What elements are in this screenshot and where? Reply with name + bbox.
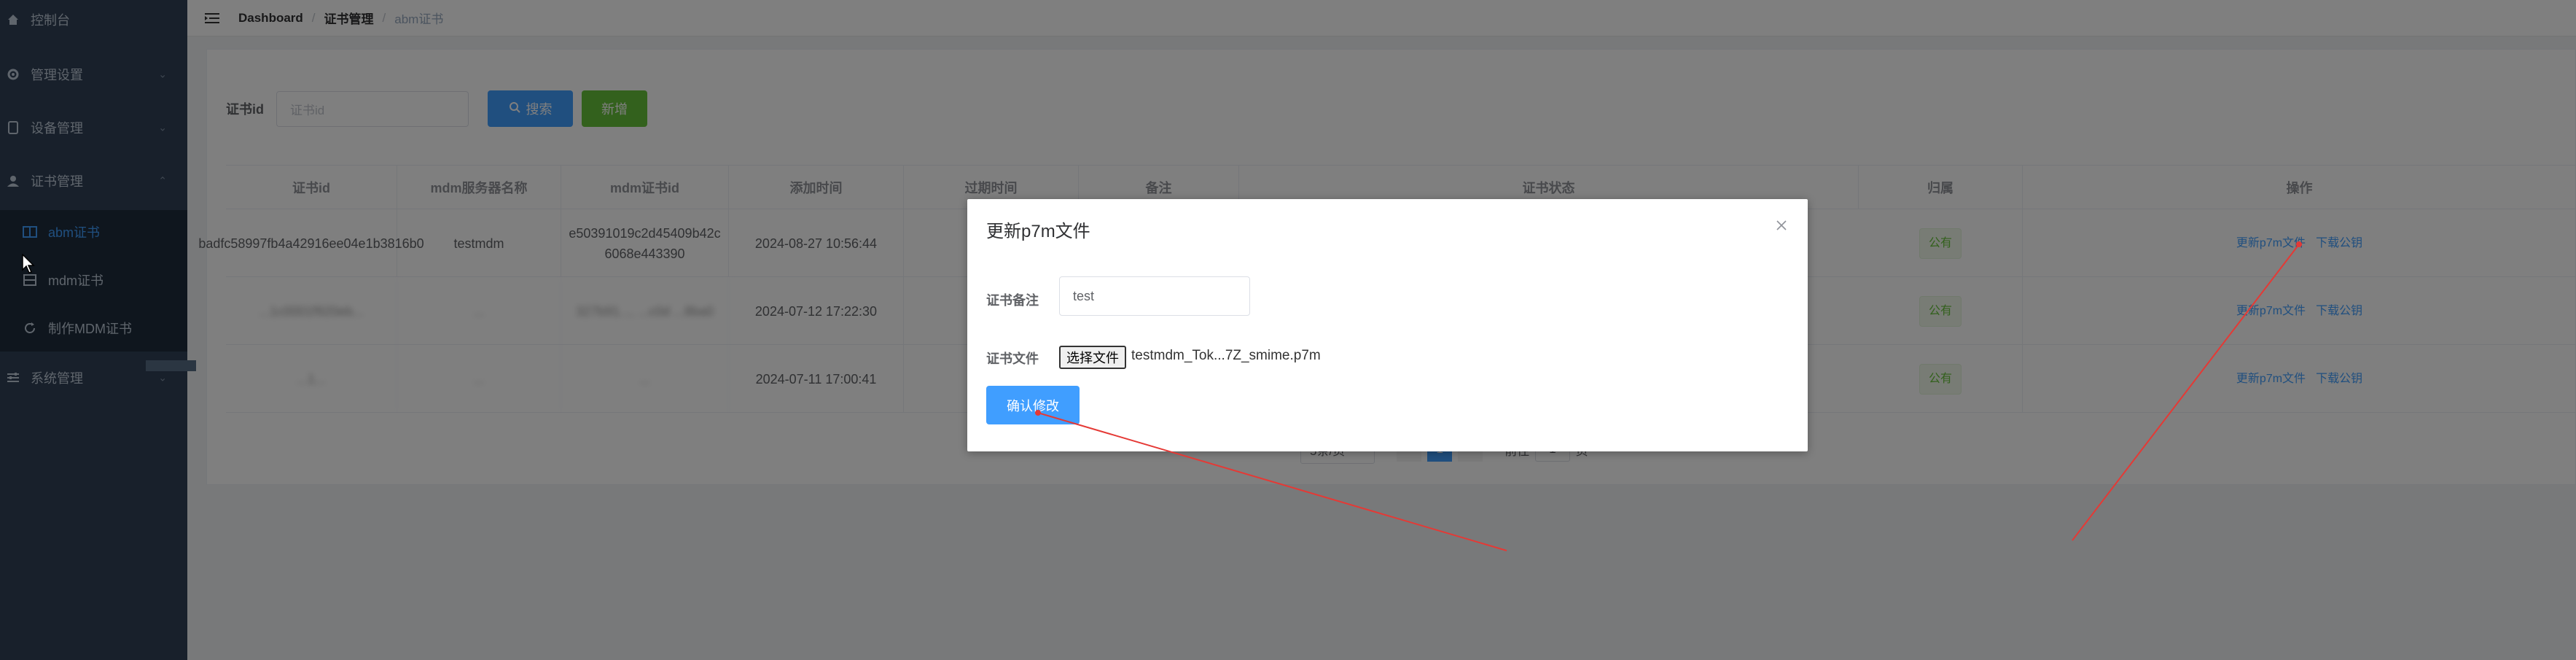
file-label: 证书文件 [986,352,1039,366]
close-icon[interactable] [1773,217,1790,234]
mouse-cursor-icon [22,253,35,278]
selected-file-name: testmdm_Tok...7Z_smime.p7m [1131,348,1321,363]
update-p7m-dialog: 更新p7m文件 证书备注 test 证书文件 选择文件 testmdm_Tok.… [967,199,1808,451]
choose-file-button[interactable]: 选择文件 [1059,346,1126,369]
confirm-update-button[interactable]: 确认修改 [986,386,1080,424]
remark-label: 证书备注 [986,293,1039,308]
remark-input[interactable]: test [1059,276,1250,316]
dialog-title: 更新p7m文件 [986,222,1090,241]
sidebar-scroll-artifact [146,360,196,371]
